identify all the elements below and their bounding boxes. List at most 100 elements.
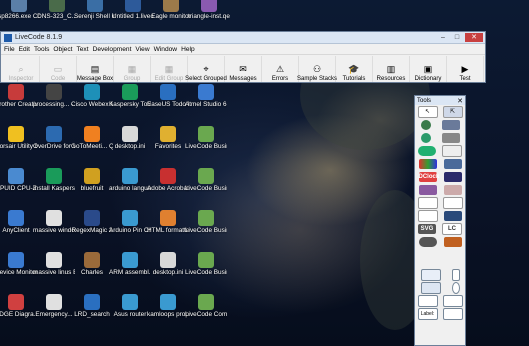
desktop-icon[interactable]: massive linus Emergency... [33, 252, 75, 292]
toggle-widget[interactable] [418, 236, 437, 247]
menu-development[interactable]: Development [93, 46, 132, 53]
menu-tools[interactable]: Tools [34, 46, 49, 53]
desktop-icon[interactable]: Device Monitori... [0, 252, 37, 292]
widget-icon[interactable] [417, 196, 438, 209]
button-tool-icon[interactable] [420, 281, 441, 294]
close-button[interactable]: ✕ [465, 33, 483, 42]
widget-icon[interactable] [443, 184, 462, 195]
svg-widget[interactable]: SVG [418, 223, 436, 234]
desktop-icon[interactable]: OverDrive for Windows [33, 126, 75, 166]
desktop-icon[interactable]: arduino langua... [109, 168, 151, 208]
desktop-icon[interactable]: Charles [71, 252, 113, 292]
desktop-icon[interactable]: ARM assembl... [109, 252, 151, 292]
desktop-icon[interactable]: Asus router [109, 294, 151, 334]
desktop-icon[interactable]: Kaspersky Total Se... [109, 84, 151, 124]
desktop-icon[interactable]: Atmel Studio 6.2 [185, 84, 227, 124]
desktop-icon[interactable]: Eagle monitor [150, 0, 192, 36]
field-tool-icon[interactable] [442, 294, 463, 307]
desktop-icon[interactable]: LiveCode Communi... [185, 294, 227, 334]
test-button[interactable]: ▶ Test [447, 56, 484, 82]
desktop-icon[interactable]: desktop.ini [147, 252, 189, 292]
desktop-icon[interactable]: AnyClient [0, 210, 37, 250]
checkbox-tool-icon[interactable] [451, 268, 460, 281]
desktop-icon[interactable]: EaseUS Todo Backup Ho... [147, 84, 189, 124]
widget-icon[interactable] [443, 236, 462, 247]
desktop-icon[interactable]: LiveCode Business 9.5 [185, 126, 227, 166]
widget-icon[interactable] [442, 196, 463, 209]
widget-icon[interactable] [444, 210, 462, 221]
field-tool-icon[interactable] [417, 294, 438, 307]
desktop-icon[interactable]: LiveCode Busines... [185, 252, 227, 292]
desktop-icon[interactable]: LiveCode Busines... [185, 168, 227, 208]
desktop-icon[interactable]: DNS-323_C... [36, 0, 78, 36]
desktop-icon[interactable]: Emergency... [33, 294, 75, 334]
messages-button[interactable]: ✉ Messages [225, 56, 262, 82]
menu-window[interactable]: Window [154, 46, 177, 53]
field-tool-icon[interactable] [442, 307, 463, 320]
desktop-icon[interactable]: massive windows E... [33, 210, 75, 250]
menu-object[interactable]: Object [53, 46, 72, 53]
desktop-icon[interactable]: RegexMagic 2 [71, 210, 113, 250]
dclock-widget[interactable]: DClock [418, 171, 439, 182]
menu-edit[interactable]: Edit [19, 46, 30, 53]
widget-icon[interactable] [418, 184, 437, 195]
desktop-icon[interactable]: GoToMeeti... Quick Con... [71, 126, 113, 166]
menu-view[interactable]: View [135, 46, 149, 53]
tools-title-bar[interactable]: Tools ✕ [415, 96, 465, 105]
resources-button[interactable]: ▥ Resources [373, 56, 410, 82]
desktop-icon[interactable]: kamloops property info [147, 294, 189, 334]
group-button[interactable]: ▦ Group [114, 56, 151, 82]
desktop-icon[interactable]: sp8266.exe Copy [0, 0, 40, 36]
desktop-icon[interactable]: bluefruit [71, 168, 113, 208]
errors-button[interactable]: ⚠ Errors [262, 56, 299, 82]
app-icon [125, 0, 141, 12]
label-tool[interactable]: Label: [417, 307, 438, 320]
select-grouped-button[interactable]: ⌖ Select Grouped [185, 56, 227, 82]
code-button[interactable]: ▭ Code [40, 56, 77, 82]
widget-icon[interactable] [441, 132, 460, 143]
desktop-icon[interactable]: Brother Creative... [0, 84, 37, 124]
desktop-icon[interactable]: processing... - Shortcut [33, 84, 75, 124]
desktop-icon[interactable]: triangle-inst.qec [188, 0, 230, 36]
minimize-button[interactable]: – [437, 33, 449, 42]
inspector-button[interactable]: ⌕ Inspector [3, 56, 40, 82]
maximize-button[interactable]: □ [451, 33, 463, 42]
tutorials-button[interactable]: 🎓 Tutorials [336, 56, 373, 82]
browse-tool-icon[interactable]: ↖ [417, 105, 438, 118]
widget-icon[interactable] [443, 171, 462, 182]
desktop-icon[interactable]: Cisco Webex Meetings [71, 84, 113, 124]
desktop-icon[interactable]: LiveCode Business 8.1.9 [185, 210, 227, 250]
desktop-icon[interactable]: Corsair Utility Engine [0, 126, 37, 166]
desktop-icon[interactable]: Arduino Pin Change Int... [109, 210, 151, 250]
widget-icon[interactable] [418, 145, 436, 156]
message-box-button[interactable]: ▤ Message Box [77, 56, 114, 82]
desktop-icon[interactable]: LRD_search [71, 294, 113, 334]
widget-icon[interactable] [443, 158, 462, 169]
close-icon[interactable]: ✕ [457, 97, 465, 105]
desktop-icon[interactable]: Adobe Acrobat... [147, 168, 189, 208]
desktop-icon[interactable]: Untitled 1.livecode [112, 0, 154, 36]
lc-widget[interactable]: LC [442, 222, 462, 235]
menu-text[interactable]: Text [76, 46, 88, 53]
desktop-icon[interactable]: EDGE Diagra... [0, 294, 37, 334]
widget-icon[interactable] [420, 132, 431, 143]
desktop-icon[interactable]: CPUID CPU-Z [0, 168, 37, 208]
button-tool-icon[interactable] [420, 268, 441, 281]
menu-help[interactable]: Help [181, 46, 195, 53]
widget-icon[interactable] [420, 119, 431, 130]
widget-icon[interactable] [441, 119, 460, 130]
desktop-icon[interactable]: desktop.ini [109, 126, 151, 166]
desktop-icon[interactable]: Serenji Shell in local C... [74, 0, 116, 36]
dictionary-button[interactable]: ▣ Dictionary [410, 56, 447, 82]
widget-icon[interactable] [418, 209, 438, 222]
color-swatch-icon[interactable] [418, 158, 437, 169]
sample-stacks-button[interactable]: ⚇ Sample Stacks [297, 56, 337, 82]
menu-file[interactable]: File [4, 46, 15, 53]
desktop-icon[interactable]: HTML formatter [147, 210, 189, 250]
desktop-icon[interactable]: Favorites [147, 126, 189, 166]
edit-group-button[interactable]: ▦ Edit Group [151, 56, 188, 82]
radio-tool-icon[interactable] [451, 281, 460, 294]
desktop-icon[interactable]: Install Kaspers... [33, 168, 75, 208]
pointer-tool-icon[interactable]: ⇱ [442, 105, 463, 118]
widget-icon[interactable] [442, 144, 462, 157]
